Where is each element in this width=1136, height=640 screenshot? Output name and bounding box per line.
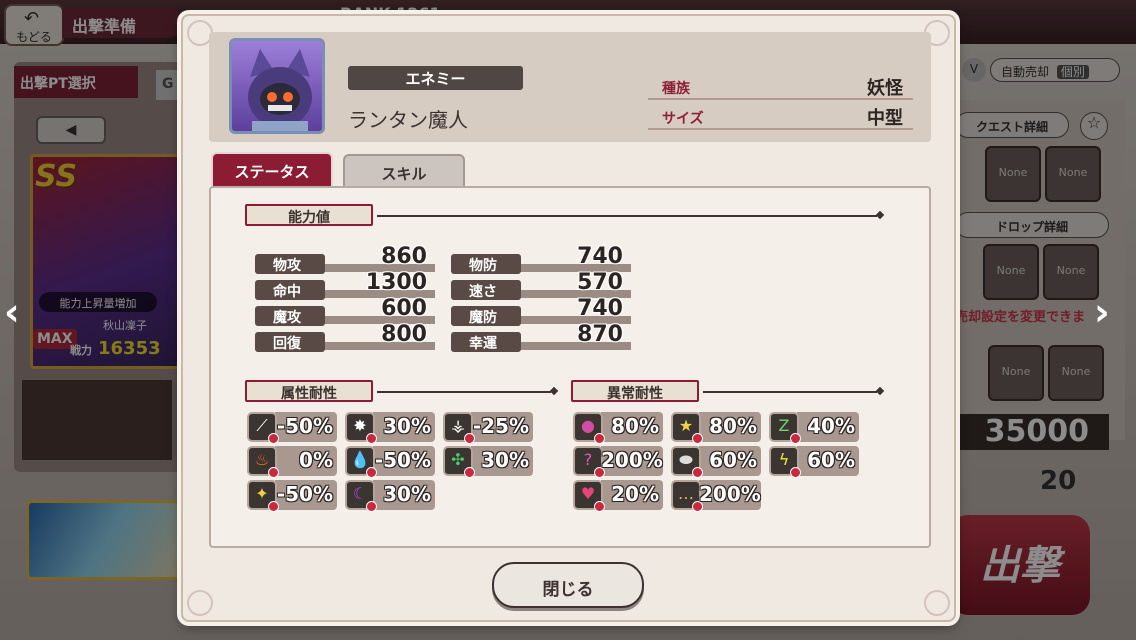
stat-label: 命中 — [255, 280, 325, 300]
attribute-value: 中型 — [867, 108, 903, 129]
resist-value: 60% — [807, 448, 855, 472]
corner-ornament — [187, 590, 213, 616]
stat-value: 570 — [577, 270, 623, 295]
resist-value: -50% — [276, 482, 333, 506]
stat-label: 回復 — [255, 332, 325, 352]
stat-label: 魔攻 — [255, 306, 325, 326]
element-resist-header: 属性耐性 — [245, 380, 373, 402]
attribute-row: サイズ 中型 — [648, 102, 913, 130]
stat-label: 幸運 — [451, 332, 521, 352]
resist-value: -50% — [374, 448, 431, 472]
stat-label: 速さ — [451, 280, 521, 300]
tab-status[interactable]: ステータス — [211, 152, 333, 186]
impact-icon: ✸ — [345, 412, 377, 444]
divider — [377, 215, 877, 217]
paralyze-icon: ϟ — [769, 446, 801, 478]
stat-label: 物防 — [451, 254, 521, 274]
resist-value: 200% — [699, 482, 761, 506]
enemy-info-dialog: エネミー ランタン魔人 種族 妖怪 サイズ 中型 ステータス スキル 能力値 物… — [181, 14, 956, 622]
dark-icon: ☾ — [345, 480, 377, 512]
charm-icon: ♥ — [573, 480, 605, 512]
resist-value: 30% — [383, 482, 431, 506]
status-content: 能力値 物攻 860 命中 1300 魔攻 600 回復 800 物防 740 … — [209, 186, 931, 548]
slash-icon: ⟋ — [247, 412, 279, 444]
resist-value: 40% — [807, 414, 855, 438]
resist-value: 80% — [709, 414, 757, 438]
resist-value: 20% — [611, 482, 659, 506]
stat-label: 魔防 — [451, 306, 521, 326]
stat-value: 860 — [381, 244, 427, 269]
stat-value: 1300 — [365, 270, 427, 295]
divider-end — [549, 386, 559, 396]
divider-end — [875, 386, 885, 396]
resist-value: 200% — [601, 448, 663, 472]
enemy-type-label: エネミー — [348, 66, 523, 90]
corner-ornament — [924, 590, 950, 616]
stun-icon: ★ — [671, 412, 703, 444]
tab-skill[interactable]: スキル — [343, 154, 465, 188]
stats-section-header: 能力値 — [245, 204, 373, 226]
chevron-right-icon[interactable]: › — [1094, 290, 1110, 334]
chevron-left-icon[interactable]: ‹ — [4, 290, 20, 334]
light-icon: ✦ — [247, 480, 279, 512]
sleep-icon: Z — [769, 412, 801, 444]
stat-value: 600 — [381, 296, 427, 321]
divider-end — [875, 210, 885, 220]
attribute-key: 種族 — [662, 81, 690, 97]
resist-value: 0% — [299, 448, 333, 472]
pierce-icon: ⚶ — [443, 412, 475, 444]
confuse-icon: ? — [573, 446, 605, 478]
resist-value: -25% — [472, 414, 529, 438]
poison-icon: ● — [573, 412, 605, 444]
blind-icon: ⬬ — [671, 446, 703, 478]
wind-icon: ✣ — [443, 446, 475, 478]
stat-label: 物攻 — [255, 254, 325, 274]
stat-value: 800 — [381, 322, 427, 347]
divider — [703, 391, 877, 393]
stat-value: 740 — [577, 244, 623, 269]
resist-value: 60% — [709, 448, 757, 472]
resist-value: 30% — [481, 448, 529, 472]
enemy-name: ランタン魔人 — [348, 108, 468, 132]
attribute-key: サイズ — [662, 111, 704, 127]
divider — [377, 391, 551, 393]
stat-value: 740 — [577, 296, 623, 321]
fire-icon: ♨ — [247, 446, 279, 478]
ailment-resist-header: 異常耐性 — [571, 380, 699, 402]
resist-value: 30% — [383, 414, 431, 438]
attribute-row: 種族 妖怪 — [648, 72, 913, 100]
close-button[interactable]: 閉じる — [492, 562, 644, 608]
water-icon: 💧 — [345, 446, 377, 478]
silence-icon: … — [671, 480, 703, 512]
attribute-value: 妖怪 — [867, 78, 903, 99]
resist-value: -50% — [276, 414, 333, 438]
enemy-portrait — [229, 38, 325, 134]
stat-value: 870 — [577, 322, 623, 347]
resist-value: 80% — [611, 414, 659, 438]
